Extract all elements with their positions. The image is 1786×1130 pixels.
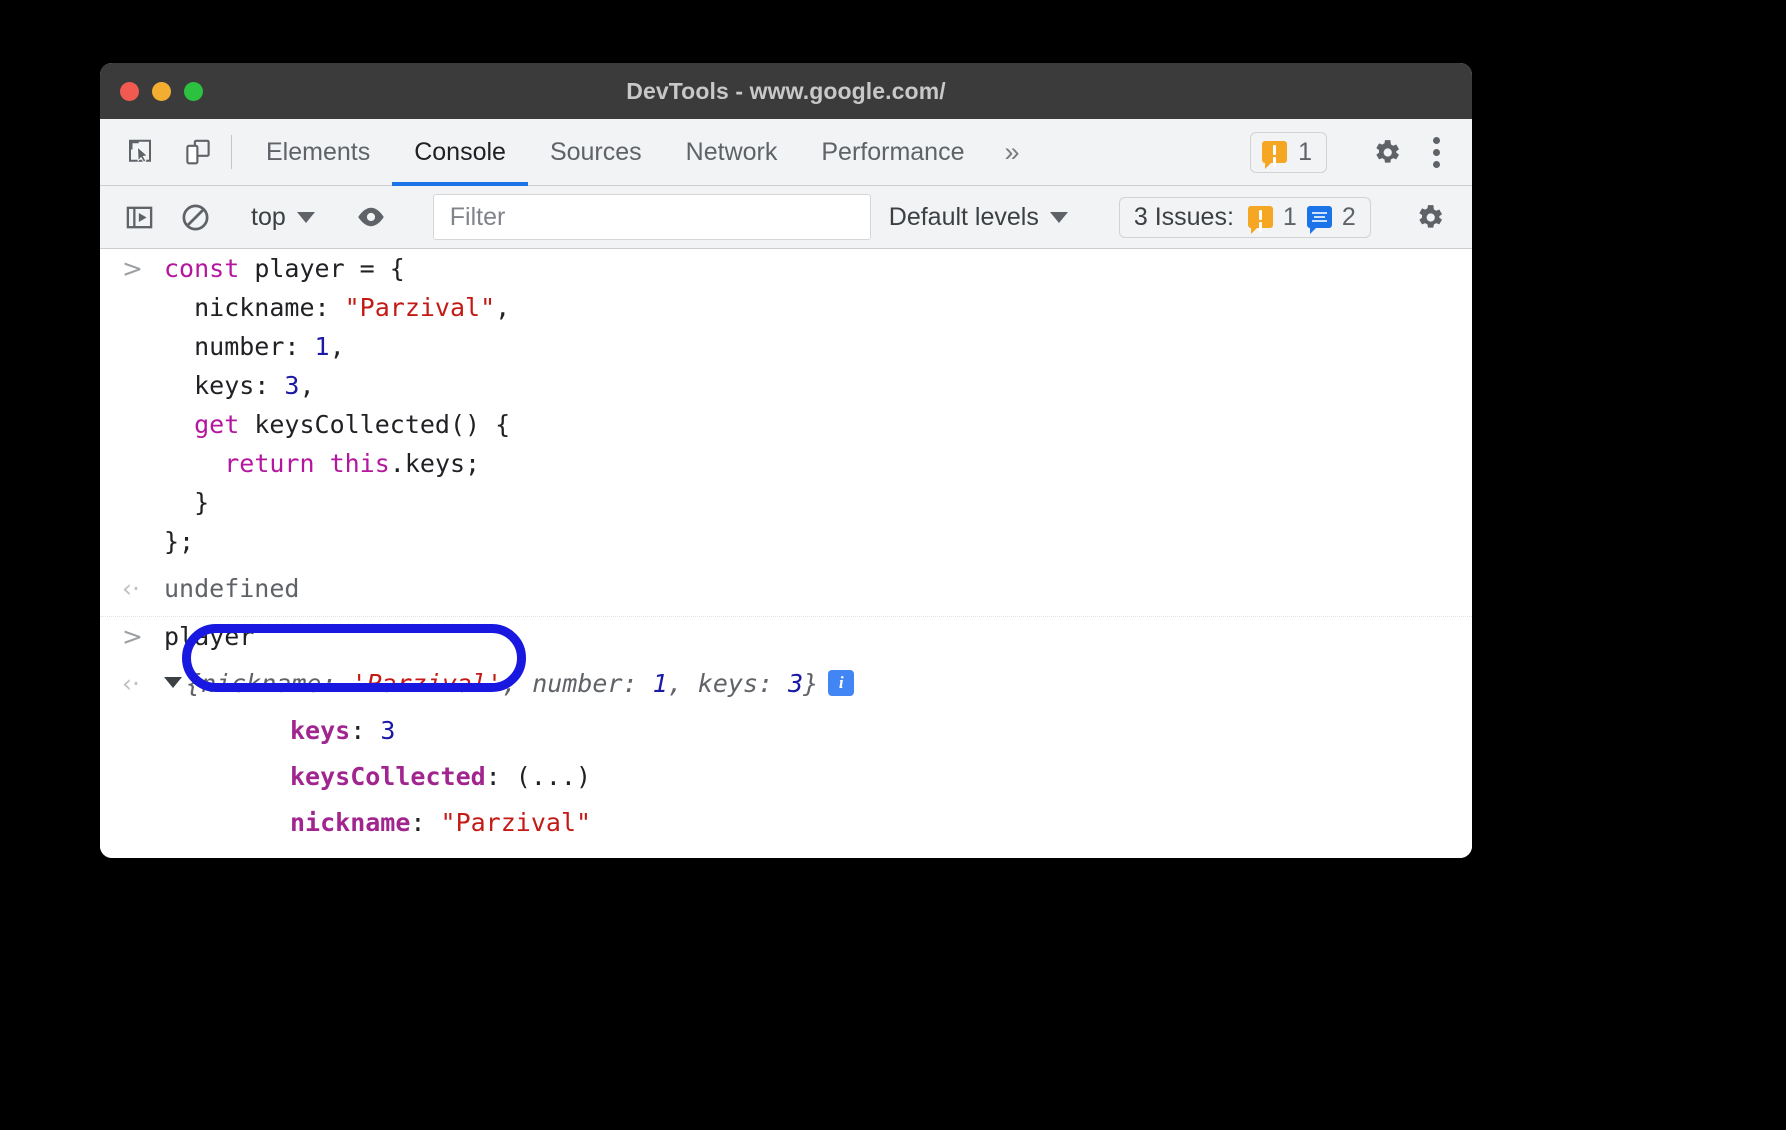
property-row-number[interactable]: number: 1 bbox=[290, 846, 1472, 858]
gear-icon[interactable] bbox=[1360, 132, 1413, 173]
maximize-button[interactable] bbox=[184, 82, 203, 101]
devtools-tabbar: Elements Console Sources Network Perform… bbox=[100, 119, 1472, 186]
warning-icon bbox=[1262, 141, 1287, 163]
issues-warning-count: 1 bbox=[1283, 203, 1297, 232]
kebab-menu-icon[interactable] bbox=[1419, 131, 1454, 174]
prompt-arrow-icon: > bbox=[122, 249, 164, 288]
console-output-value: undefined bbox=[164, 569, 299, 616]
output-arrow-icon: ‹· bbox=[122, 664, 164, 703]
device-toolbar-icon[interactable] bbox=[177, 131, 219, 173]
chevron-down-icon bbox=[297, 212, 315, 223]
preview-value-keys: 3 bbox=[788, 669, 803, 698]
tabbar-divider bbox=[231, 135, 232, 169]
property-name: keysCollected bbox=[290, 762, 486, 791]
console-toolbar: top Filter Default levels 3 Issues: 1 bbox=[100, 186, 1472, 249]
console-input-code: player bbox=[164, 617, 254, 664]
object-preview-line[interactable]: {nickname: 'Parzival', number: 1, keys: … bbox=[164, 664, 854, 704]
info-badge-icon[interactable]: i bbox=[828, 670, 854, 696]
live-expression-icon[interactable] bbox=[350, 196, 392, 238]
context-selector-label: top bbox=[251, 203, 286, 232]
property-name: nickname bbox=[290, 808, 410, 837]
clear-console-icon[interactable] bbox=[174, 196, 216, 238]
more-tabs-icon[interactable]: » bbox=[986, 119, 1037, 185]
info-message-icon bbox=[1307, 206, 1332, 228]
panel-tabs: Elements Console Sources Network Perform… bbox=[244, 119, 986, 185]
filter-input[interactable]: Filter bbox=[433, 194, 871, 240]
issues-info-count: 2 bbox=[1342, 203, 1356, 232]
close-button[interactable] bbox=[120, 82, 139, 101]
chevron-down-icon bbox=[1050, 212, 1068, 223]
property-value: 3 bbox=[380, 716, 395, 745]
issues-label: 3 Issues: bbox=[1134, 203, 1234, 232]
property-row-keysCollected[interactable]: keysCollected: (...) bbox=[290, 754, 1472, 800]
property-separator: : bbox=[380, 854, 410, 858]
tab-console[interactable]: Console bbox=[392, 119, 528, 185]
property-value: "Parzival" bbox=[441, 808, 592, 837]
console-output-entry-undefined: ‹· undefined bbox=[100, 569, 1472, 617]
warning-count-label: 1 bbox=[1298, 138, 1312, 167]
warning-count-badge[interactable]: 1 bbox=[1250, 132, 1327, 173]
property-separator: : bbox=[350, 716, 380, 745]
property-name: keys bbox=[290, 716, 350, 745]
tab-sources[interactable]: Sources bbox=[528, 119, 664, 185]
output-arrow-icon: ‹· bbox=[122, 569, 164, 608]
property-separator: : bbox=[410, 808, 440, 837]
tab-elements[interactable]: Elements bbox=[244, 119, 392, 185]
console-input-entry[interactable]: > const player = { nickname: "Parzival",… bbox=[100, 249, 1472, 569]
console-toolbar-right bbox=[1403, 197, 1472, 238]
tab-performance[interactable]: Performance bbox=[799, 119, 986, 185]
window-title: DevTools - www.google.com/ bbox=[100, 78, 1472, 105]
property-value: 1 bbox=[410, 854, 425, 858]
property-row-nickname[interactable]: nickname: "Parzival" bbox=[290, 800, 1472, 846]
log-levels-label: Default levels bbox=[889, 203, 1039, 232]
object-properties-list: keys: 3 keysCollected: (...) nickname: "… bbox=[100, 708, 1472, 858]
preview-comma-1: , bbox=[502, 669, 532, 698]
object-close-brace: } bbox=[803, 669, 818, 698]
property-separator: : bbox=[486, 762, 516, 791]
tabbar-left-icons bbox=[100, 119, 219, 185]
property-name: number bbox=[290, 854, 380, 858]
screenshot-stage: DevTools - www.google.com/ bbox=[0, 0, 1786, 1130]
console-input-entry[interactable]: > player bbox=[100, 617, 1472, 664]
expand-triangle-icon[interactable] bbox=[164, 677, 182, 688]
console-object-result[interactable]: ‹· {nickname: 'Parzival', number: 1, key… bbox=[100, 664, 1472, 708]
warning-icon bbox=[1248, 206, 1273, 228]
preview-value-nickname: 'Parzival' bbox=[352, 669, 503, 698]
tabbar-right-icons: 1 bbox=[1250, 119, 1472, 185]
prompt-arrow-icon: > bbox=[122, 617, 164, 656]
tab-network[interactable]: Network bbox=[664, 119, 800, 185]
preview-value-number: 1 bbox=[653, 669, 668, 698]
object-open-brace: { bbox=[186, 669, 201, 698]
context-selector[interactable]: top bbox=[245, 203, 321, 232]
minimize-button[interactable] bbox=[152, 82, 171, 101]
inspect-element-icon[interactable] bbox=[119, 131, 161, 173]
window-titlebar: DevTools - www.google.com/ bbox=[100, 63, 1472, 119]
log-levels-selector[interactable]: Default levels bbox=[883, 203, 1074, 232]
issues-badge[interactable]: 3 Issues: 1 2 bbox=[1119, 197, 1371, 238]
preview-key-keys: keys: bbox=[698, 669, 788, 698]
preview-comma-2: , bbox=[668, 669, 698, 698]
traffic-lights bbox=[120, 82, 203, 101]
console-output[interactable]: > const player = { nickname: "Parzival",… bbox=[100, 249, 1472, 858]
console-sidebar-icon[interactable] bbox=[118, 196, 160, 238]
preview-key-nickname: nickname: bbox=[201, 669, 352, 698]
gear-icon[interactable] bbox=[1403, 197, 1456, 238]
property-value[interactable]: (...) bbox=[516, 762, 591, 791]
property-row-keys[interactable]: keys: 3 bbox=[290, 708, 1472, 754]
devtools-window: DevTools - www.google.com/ bbox=[100, 63, 1472, 858]
console-input-code: const player = { nickname: "Parzival", n… bbox=[164, 249, 510, 569]
preview-key-number: number: bbox=[532, 669, 652, 698]
